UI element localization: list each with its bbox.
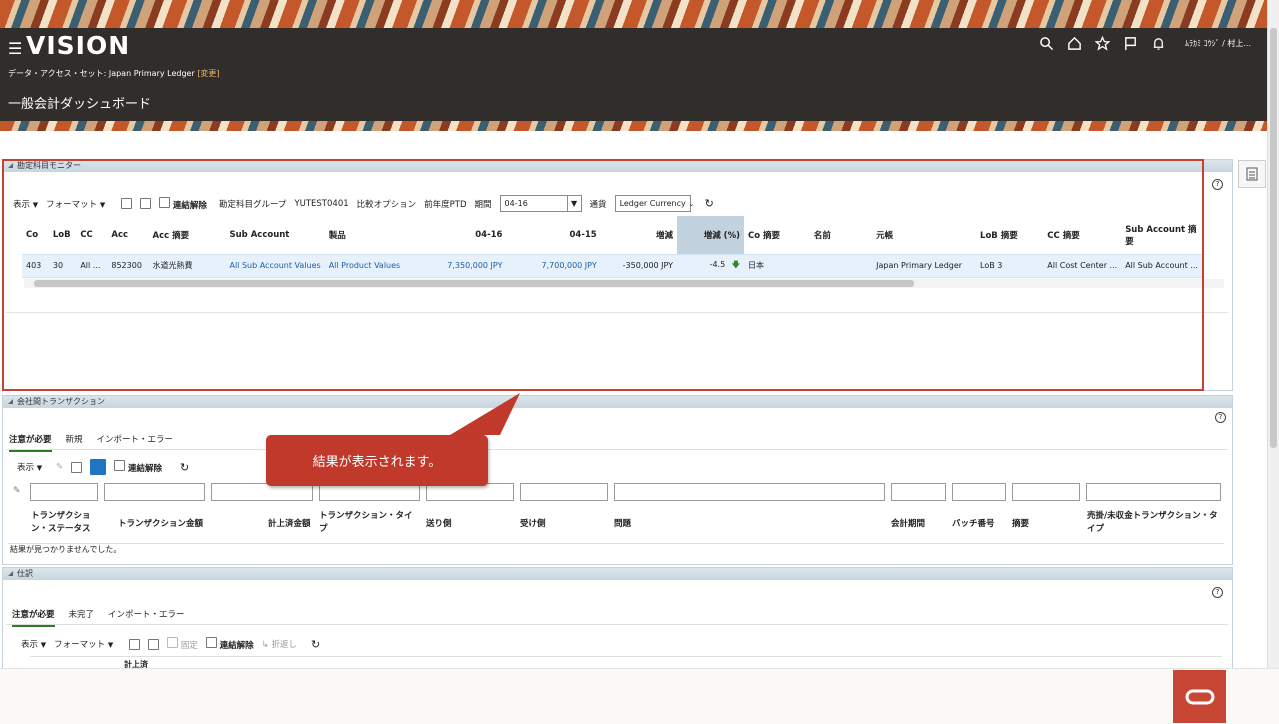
divider: [6, 449, 1228, 450]
das-change-link[interactable]: [変更]: [197, 69, 219, 78]
oracle-logo-icon: [1185, 689, 1214, 704]
filter-period[interactable]: [891, 483, 946, 501]
detach-button[interactable]: 連結解除: [114, 460, 162, 474]
banner-pattern-top: [0, 0, 1267, 28]
lock-icon: [167, 637, 179, 648]
side-panel-button[interactable]: [1238, 160, 1266, 188]
user-menu[interactable]: ﾑﾗｶﾐ ｺｳｼﾞ / 村上...: [1185, 38, 1251, 49]
divider: [8, 543, 1224, 544]
detach-icon: [205, 637, 217, 648]
filter-issue[interactable]: [614, 483, 885, 501]
col-sender[interactable]: 送り側: [426, 517, 452, 529]
col-posted-partial[interactable]: 計上済: [124, 659, 148, 668]
filter-desc[interactable]: [1012, 483, 1080, 501]
col-ar-transaction-type[interactable]: 売掛/未収金トランザクション・タイプ: [1087, 510, 1225, 536]
refresh-icon[interactable]: ↻: [311, 638, 320, 651]
filter-amount[interactable]: [104, 483, 205, 501]
highlight-frame: [2, 159, 1204, 391]
divider: [6, 624, 1228, 625]
col-description[interactable]: 摘要: [1012, 517, 1029, 529]
col-receiver[interactable]: 受け側: [520, 517, 546, 529]
menu-icon[interactable]: ☰: [8, 39, 22, 58]
filter-status[interactable]: [30, 483, 98, 501]
document-icon: [1246, 167, 1258, 181]
home-icon[interactable]: [1067, 36, 1082, 51]
view-menu[interactable]: 表示 ▼: [17, 461, 42, 473]
journals-panel: 仕訳: [2, 567, 1233, 668]
oracle-assistant-button[interactable]: [1173, 670, 1226, 723]
banner-pattern-bottom: [0, 121, 1267, 131]
global-header-icons: ﾑﾗｶﾐ ｺｳｼﾞ / 村上...: [1039, 36, 1251, 51]
page-title: 一般会計ダッシュボード: [8, 97, 152, 112]
no-results-text: 結果が見つかりませんでした。: [10, 545, 122, 554]
filter-batch[interactable]: [952, 483, 1006, 501]
intercompany-toolbar: 表示 ▼ ✎ 連結解除 ↻: [17, 459, 189, 475]
freeze-button[interactable]: 固定: [167, 637, 198, 651]
intercompany-title[interactable]: 会社間トランザクション: [3, 396, 1232, 408]
filter-ar-type[interactable]: [1086, 483, 1221, 501]
bell-icon[interactable]: [1151, 36, 1166, 51]
help-icon[interactable]: ?: [1212, 587, 1223, 598]
detach-button[interactable]: 連結解除: [205, 637, 254, 651]
col-transaction-amount[interactable]: トランザクション金額: [118, 517, 203, 529]
help-icon[interactable]: ?: [1212, 179, 1223, 190]
detach-icon: [114, 460, 126, 471]
filter-edit-icon[interactable]: ✎: [13, 486, 21, 496]
col-transaction-type[interactable]: トランザクション・タイプ: [319, 510, 419, 536]
export-icon[interactable]: [148, 638, 160, 650]
filter-receiver[interactable]: [520, 483, 608, 501]
view-menu[interactable]: 表示 ▼: [21, 638, 46, 650]
col-posted-amount[interactable]: 計上済金額: [268, 517, 311, 529]
edit-icon[interactable]: ✎: [56, 462, 63, 472]
export-icon[interactable]: [90, 459, 107, 475]
app-logo[interactable]: VISION: [26, 31, 130, 60]
col-accounting-period[interactable]: 会計期間: [891, 517, 925, 529]
star-icon[interactable]: [1095, 36, 1111, 51]
wrap-button[interactable]: ↳ 折返し: [262, 638, 297, 650]
col-transaction-status[interactable]: トランザクション・ステータス: [31, 510, 103, 536]
header-banner: ☰ VISION データ・アクセス・セット: Japan Primary Led…: [0, 0, 1267, 131]
das-label: データ・アクセス・セット: Japan Primary Ledger: [8, 69, 195, 78]
search-icon[interactable]: [1039, 36, 1054, 51]
help-icon[interactable]: ?: [1215, 412, 1226, 423]
freeze-icon[interactable]: [71, 461, 83, 473]
flag-icon[interactable]: [1123, 36, 1138, 51]
journals-toolbar: 表示 ▼ フォーマット ▼ 固定 連結解除 ↳ 折返し ↻: [21, 637, 320, 651]
refresh-icon[interactable]: ↻: [180, 461, 189, 474]
col-issue[interactable]: 問題: [614, 517, 631, 529]
journals-title[interactable]: 仕訳: [3, 568, 1232, 580]
col-batch-number[interactable]: バッチ番号: [952, 517, 995, 529]
journals-table-header: 計上済: [30, 656, 1222, 668]
freeze-icon[interactable]: [129, 638, 141, 650]
callout-message: 結果が表示されます。: [266, 435, 488, 486]
format-menu[interactable]: フォーマット ▼: [54, 638, 113, 650]
page-footer: [0, 668, 1279, 724]
intercompany-header-row: トランザクション・ステータス トランザクション金額 計上済金額 トランザクション…: [0, 510, 1230, 540]
data-access-set: データ・アクセス・セット: Japan Primary Ledger [変更]: [8, 68, 220, 79]
page-vertical-scrollbar[interactable]: [1267, 0, 1279, 668]
